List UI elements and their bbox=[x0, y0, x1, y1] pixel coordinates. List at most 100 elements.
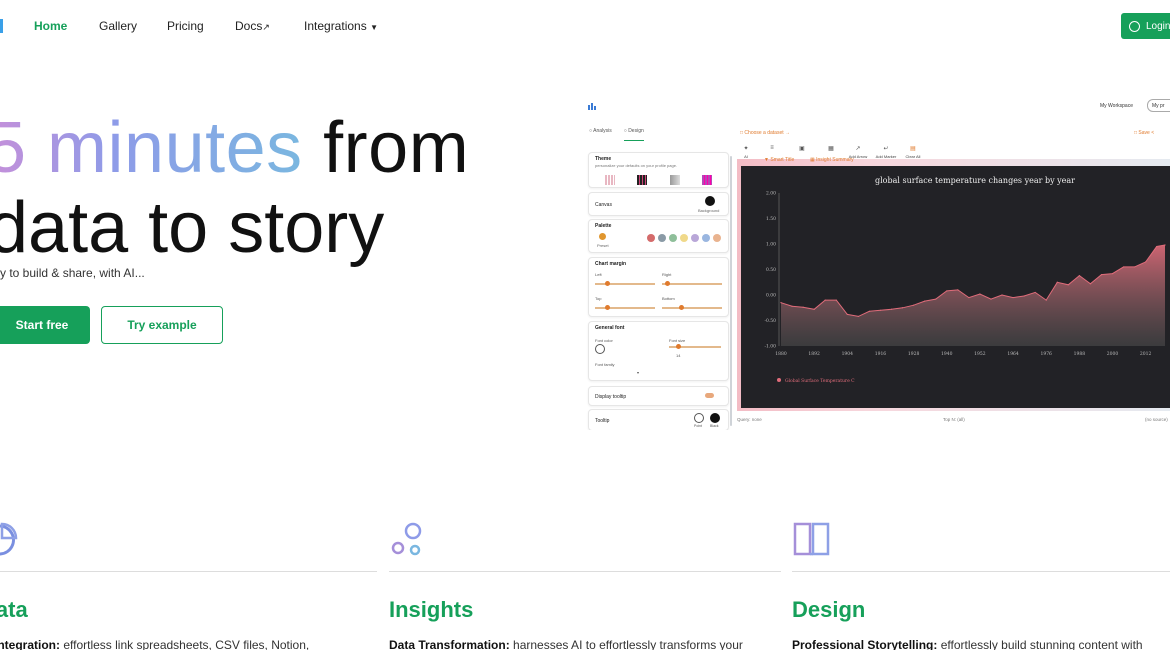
data-point[interactable] bbox=[1156, 245, 1158, 248]
data-point[interactable] bbox=[1100, 274, 1103, 276]
login-button[interactable]: Login bbox=[1121, 13, 1170, 39]
theme-swatch-2[interactable] bbox=[637, 175, 647, 185]
hero-accent: 5 minutes bbox=[0, 108, 303, 188]
data-point[interactable] bbox=[1001, 294, 1003, 296]
data-point[interactable] bbox=[1145, 261, 1147, 263]
tool-table[interactable]: ▦ bbox=[819, 145, 843, 154]
data-point[interactable] bbox=[1134, 266, 1136, 268]
margin-bottom-slider[interactable] bbox=[662, 307, 722, 309]
chart-margin-card: Chart margin Left Right Top Bottom bbox=[588, 257, 729, 317]
y-tick-label: 0.50 bbox=[766, 267, 776, 273]
sidebar-scrollbar[interactable] bbox=[730, 156, 732, 426]
choose-dataset-link[interactable]: □ Choose a dataset → bbox=[740, 130, 790, 136]
tool-text[interactable]: ≡ bbox=[760, 145, 784, 153]
brand-logo[interactable] bbox=[0, 19, 3, 33]
nav-pricing[interactable]: Pricing bbox=[167, 19, 204, 33]
palette-swatch[interactable] bbox=[669, 234, 677, 242]
hero-headline-line2: data to story bbox=[0, 188, 385, 268]
data-point[interactable] bbox=[913, 304, 915, 306]
data-point[interactable] bbox=[1164, 244, 1166, 246]
margin-top-slider[interactable] bbox=[595, 307, 655, 309]
margin-left-slider[interactable] bbox=[595, 283, 655, 285]
data-point[interactable] bbox=[879, 309, 882, 311]
insight-summary-chip[interactable]: ▦ Insight Summary bbox=[810, 157, 854, 163]
nav-integrations[interactable]: Integrations ▼ bbox=[304, 19, 378, 33]
nav-integrations-label: Integrations bbox=[304, 19, 367, 33]
font-size-knob[interactable] bbox=[676, 344, 681, 349]
nav-docs[interactable]: Docs↗ bbox=[235, 19, 270, 33]
margin-left-knob[interactable] bbox=[605, 281, 610, 286]
feature-lead[interactable]: Professional Storytelling: bbox=[792, 638, 937, 650]
data-point[interactable] bbox=[1067, 284, 1069, 286]
tooltip-toggle[interactable] bbox=[705, 393, 714, 398]
data-point[interactable] bbox=[780, 302, 782, 304]
data-point[interactable] bbox=[979, 293, 981, 295]
theme-swatch-3[interactable] bbox=[670, 175, 680, 185]
data-point[interactable] bbox=[846, 313, 848, 315]
palette-swatch[interactable] bbox=[702, 234, 710, 242]
data-point[interactable] bbox=[1056, 281, 1058, 283]
tooltip-black-option[interactable] bbox=[710, 413, 720, 423]
theme-swatch-1[interactable] bbox=[605, 175, 615, 185]
save-button[interactable]: □ Save < bbox=[1134, 130, 1154, 136]
data-point[interactable] bbox=[1089, 283, 1092, 285]
bubbles-icon bbox=[391, 522, 422, 556]
data-point[interactable] bbox=[924, 300, 926, 302]
temperature-chart[interactable]: global surface temperature changes year … bbox=[741, 166, 1170, 408]
start-free-button[interactable]: Start free bbox=[0, 306, 90, 344]
palette-swatch[interactable] bbox=[680, 234, 688, 242]
nav-docs-label: Docs bbox=[235, 19, 263, 33]
margin-bottom-knob[interactable] bbox=[679, 305, 684, 310]
x-tick-label: 1976 bbox=[1040, 351, 1052, 357]
tab-design[interactable]: ○ Design bbox=[623, 128, 644, 141]
nav-home[interactable]: Home bbox=[34, 19, 67, 33]
data-point[interactable] bbox=[1045, 299, 1047, 301]
data-point[interactable] bbox=[1023, 295, 1025, 297]
canvas-color-picker[interactable] bbox=[705, 196, 715, 206]
tooltip-point-option[interactable] bbox=[694, 413, 704, 423]
data-point[interactable] bbox=[990, 298, 992, 300]
palette-preset-icon[interactable] bbox=[599, 233, 606, 240]
data-point[interactable] bbox=[890, 308, 893, 310]
data-point[interactable] bbox=[946, 290, 948, 292]
feature-lead[interactable]: ta Integration: bbox=[0, 638, 60, 650]
data-point[interactable] bbox=[901, 307, 904, 309]
margin-right-knob[interactable] bbox=[665, 281, 670, 286]
data-point[interactable] bbox=[824, 299, 826, 301]
data-point[interactable] bbox=[835, 299, 837, 301]
smart-title-chip[interactable]: ▼ Smart Title bbox=[764, 157, 794, 163]
project-selector[interactable]: My pr bbox=[1147, 99, 1170, 112]
tool-image[interactable]: ▣ bbox=[790, 145, 814, 154]
tool-ai[interactable]: ✦ AI bbox=[734, 145, 758, 159]
data-point[interactable] bbox=[935, 298, 937, 300]
font-color-picker[interactable] bbox=[595, 344, 605, 354]
data-point[interactable] bbox=[1012, 296, 1014, 299]
data-point[interactable] bbox=[968, 296, 970, 299]
data-point[interactable] bbox=[1122, 266, 1125, 268]
data-point[interactable] bbox=[868, 310, 871, 312]
data-point[interactable] bbox=[1078, 275, 1080, 277]
margin-top-knob[interactable] bbox=[605, 305, 610, 310]
workspace-label[interactable]: My Workspace bbox=[1100, 103, 1133, 109]
palette-swatch[interactable] bbox=[647, 234, 655, 242]
data-point[interactable] bbox=[802, 306, 804, 308]
try-example-button[interactable]: Try example bbox=[101, 306, 223, 344]
nav-gallery[interactable]: Gallery bbox=[99, 19, 137, 33]
tool-clear-all[interactable]: ▤ Clear All bbox=[901, 145, 925, 159]
palette-swatch[interactable] bbox=[658, 234, 666, 242]
theme-swatch-4[interactable] bbox=[702, 175, 712, 185]
margin-right-slider[interactable] bbox=[662, 283, 722, 285]
palette-swatch[interactable] bbox=[691, 234, 699, 242]
palette-swatch[interactable] bbox=[713, 234, 721, 242]
font-family-dropdown-icon[interactable]: ▾ bbox=[637, 370, 639, 375]
data-point[interactable] bbox=[1111, 272, 1114, 275]
login-label: Login bbox=[1146, 20, 1170, 32]
data-point[interactable] bbox=[1034, 291, 1036, 294]
data-point[interactable] bbox=[857, 315, 859, 318]
data-point[interactable] bbox=[791, 305, 793, 307]
feature-lead[interactable]: Data Transformation: bbox=[389, 638, 510, 650]
data-point[interactable] bbox=[813, 308, 815, 310]
data-point[interactable] bbox=[957, 289, 959, 291]
tab-analysis[interactable]: ○ Analysis bbox=[589, 128, 612, 141]
tool-add-marker[interactable]: ↵ Add Marker bbox=[874, 145, 898, 159]
